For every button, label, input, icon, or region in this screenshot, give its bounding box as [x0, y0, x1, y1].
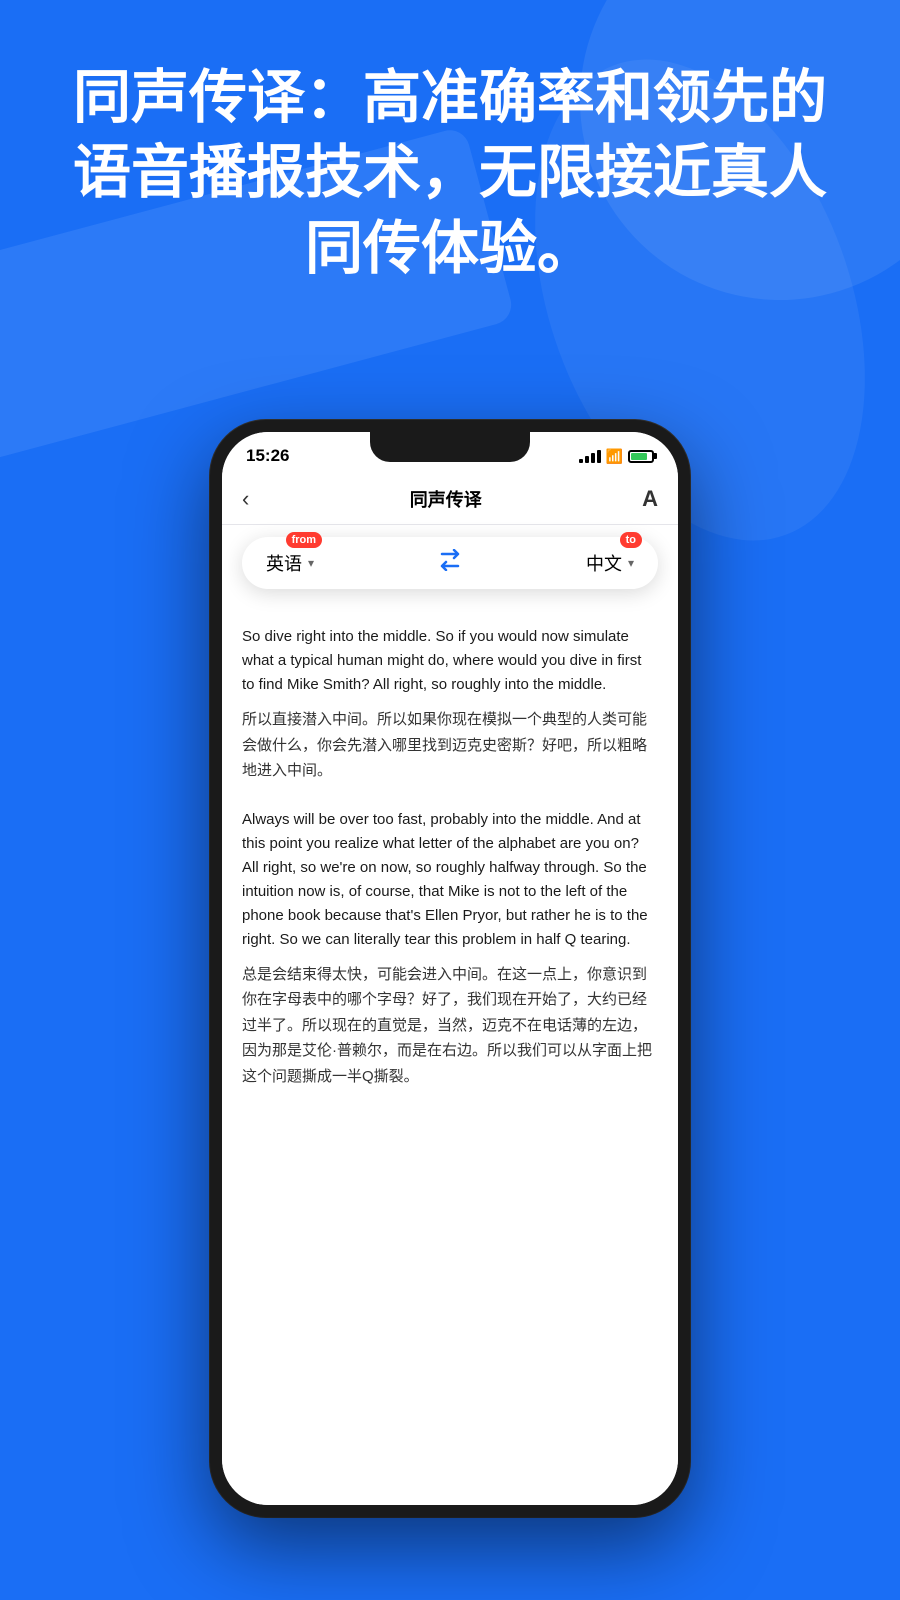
phone-mockup: 15:26 📶 ‹ 同声传译 A [210, 420, 690, 1517]
to-lang-text: 中文 [586, 550, 622, 576]
nav-title: 同声传译 [410, 486, 482, 512]
status-icons: 📶 [579, 448, 654, 465]
back-button[interactable]: ‹ [242, 486, 249, 512]
signal-icon [579, 449, 601, 463]
original-text-1: So dive right into the middle. So if you… [242, 625, 658, 697]
from-lang-text: 英语 [266, 550, 302, 576]
translated-text-1: 所以直接潜入中间。所以如果你现在模拟一个典型的人类可能会做什么，你会先潜入哪里找… [242, 707, 658, 784]
font-button[interactable]: A [642, 486, 658, 512]
translation-block-2: Always will be over too fast, probably i… [242, 808, 658, 1090]
to-badge: to [620, 532, 642, 548]
translation-block-1: So dive right into the middle. So if you… [242, 625, 658, 784]
to-lang-arrow: ▾ [628, 556, 634, 570]
status-time: 15:26 [246, 446, 289, 466]
swap-button[interactable] [436, 549, 464, 577]
main-headline: 同声传译：高准确率和领先的语音播报技术，无限接近真人同传体验。 [50, 60, 850, 286]
from-lang-arrow: ▾ [308, 556, 314, 570]
from-badge: from [286, 532, 322, 548]
nav-bar: ‹ 同声传译 A [222, 474, 678, 525]
battery-icon [628, 450, 654, 463]
phone-notch [370, 432, 530, 462]
lang-pill: from 英语 ▾ to 中文 ▾ [242, 537, 658, 589]
lang-selector-container: from 英语 ▾ to 中文 ▾ [222, 525, 678, 605]
original-text-2: Always will be over too fast, probably i… [242, 808, 658, 952]
content-area: So dive right into the middle. So if you… [222, 605, 678, 1505]
from-lang-option[interactable]: from 英语 ▾ [266, 550, 314, 576]
to-lang-option[interactable]: to 中文 ▾ [586, 550, 634, 576]
translated-text-2: 总是会结束得太快，可能会进入中间。在这一点上，你意识到你在字母表中的哪个字母？好… [242, 962, 658, 1090]
wifi-icon: 📶 [606, 448, 623, 465]
